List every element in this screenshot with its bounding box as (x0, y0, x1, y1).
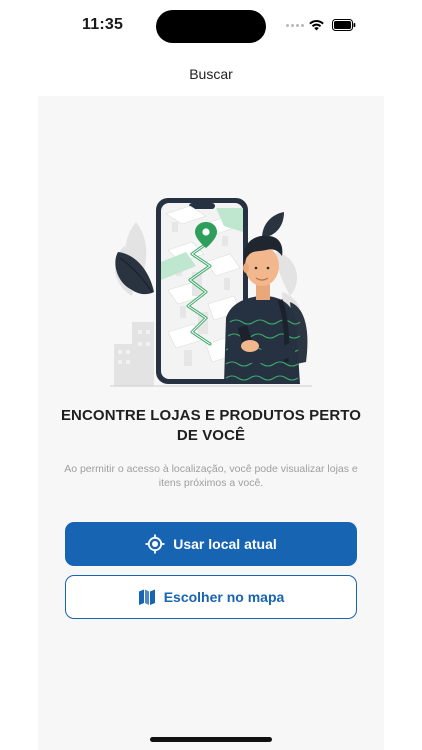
map-icon (138, 588, 156, 606)
location-prompt-card: ENCONTRE LOJAS E PRODUTOS PERTO DE VOCÊ … (38, 96, 384, 750)
home-indicator[interactable] (150, 737, 272, 742)
dynamic-island (156, 10, 266, 43)
location-description: Ao permitir o acesso à localização, você… (64, 463, 358, 489)
choose-on-map-button[interactable]: Escolher no mapa (65, 575, 357, 619)
location-heading: ENCONTRE LOJAS E PRODUTOS PERTO DE VOCÊ (60, 407, 362, 444)
page-title: Buscar (189, 66, 233, 82)
location-target-icon (145, 534, 165, 554)
wifi-icon (309, 20, 324, 31)
signal-icon (286, 24, 304, 28)
map-person-illustration (110, 198, 312, 387)
use-current-location-label: Usar local atual (173, 536, 277, 552)
status-time: 11:35 (82, 16, 124, 33)
choose-on-map-label: Escolher no mapa (163, 589, 285, 605)
use-current-location-button[interactable]: Usar local atual (65, 522, 357, 566)
battery-icon (332, 19, 356, 31)
status-bar: 11:35 (0, 0, 422, 52)
